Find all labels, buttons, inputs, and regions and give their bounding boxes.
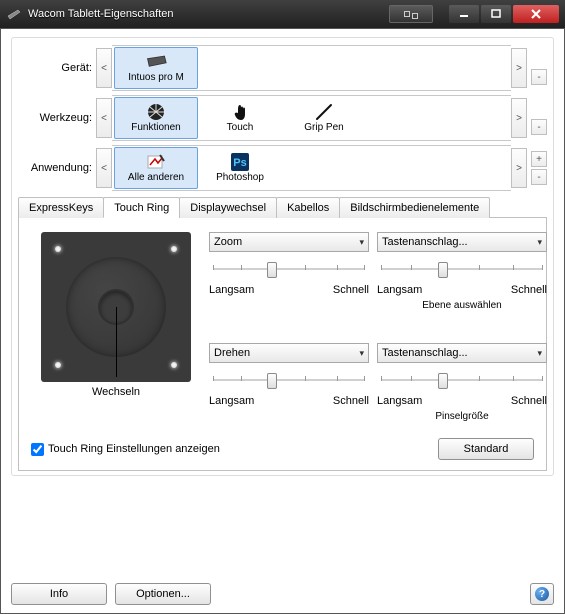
footer: Info Optionen... ? <box>11 583 554 605</box>
tool-remove-button[interactable]: - <box>531 119 547 135</box>
tool-label: Werkzeug: <box>18 112 96 124</box>
tab-expresskeys[interactable]: ExpressKeys <box>18 197 104 218</box>
touchring-bl: Drehen LangsamSchnell <box>209 343 369 407</box>
tab-bar: ExpressKeys Touch Ring Displaywechsel Ka… <box>18 196 547 218</box>
device-tile-label: Intuos pro M <box>128 72 184 83</box>
device-tile-intuos[interactable]: Intuos pro M <box>114 47 198 89</box>
app-label: Anwendung: <box>18 162 96 174</box>
app-add-button[interactable]: + <box>531 151 547 167</box>
functions-icon <box>145 103 167 121</box>
bl-slider[interactable] <box>209 373 369 397</box>
app-remove-button[interactable]: - <box>531 169 547 185</box>
tool-next[interactable]: > <box>511 98 527 138</box>
checkbox-input[interactable] <box>31 443 44 456</box>
close-button[interactable] <box>513 5 559 23</box>
br-extra: Pinselgröße <box>377 411 547 422</box>
tool-tile-label: Touch <box>227 122 254 133</box>
window-title: Wacom Tablett-Eigenschaften <box>28 8 389 20</box>
checkbox-label: Touch Ring Einstellungen anzeigen <box>48 443 220 455</box>
touchring-br: Tastenanschlag... LangsamSchnell Pinselg… <box>377 343 547 422</box>
device-next[interactable]: > <box>511 48 527 88</box>
show-touchring-checkbox[interactable]: Touch Ring Einstellungen anzeigen <box>31 443 220 456</box>
extra-window-button[interactable] <box>389 5 433 23</box>
maximize-button[interactable] <box>481 5 511 23</box>
br-select[interactable]: Tastenanschlag... <box>377 343 547 363</box>
top-panel: Gerät: < Intuos pro M > - Werkzeug: < Fu… <box>11 37 554 476</box>
tab-touchring[interactable]: Touch Ring <box>103 197 180 218</box>
ring-dot-tl-icon <box>55 246 61 252</box>
touchring-tr: Tastenanschlag... LangsamSchnell Ebene a… <box>377 232 547 311</box>
tl-slider[interactable] <box>209 262 369 286</box>
tab-kabellos[interactable]: Kabellos <box>276 197 340 218</box>
tool-tile-label: Grip Pen <box>304 122 343 133</box>
help-icon: ? <box>535 587 549 601</box>
minimize-button[interactable] <box>449 5 479 23</box>
tool-tile-label: Funktionen <box>131 122 180 133</box>
tool-row: Werkzeug: < Funktionen Touch Grip Pen <box>18 94 547 142</box>
pen-icon <box>313 103 335 121</box>
ring-dot-tr-icon <box>171 246 177 252</box>
device-remove-button[interactable]: - <box>531 69 547 85</box>
app-tile-label: Photoshop <box>216 172 264 183</box>
app-tile-photoshop[interactable]: Ps Photoshop <box>198 147 282 189</box>
br-slider[interactable] <box>377 373 547 397</box>
ring-dot-br-icon <box>171 362 177 368</box>
touch-icon <box>229 103 251 121</box>
standard-button[interactable]: Standard <box>438 438 534 460</box>
allapps-icon <box>145 153 167 171</box>
device-prev[interactable]: < <box>96 48 112 88</box>
tab-body-touchring: Zoom LangsamSchnell <box>18 218 547 471</box>
tool-strip: Funktionen Touch Grip Pen <box>112 95 511 141</box>
app-next[interactable]: > <box>511 148 527 188</box>
title-bar: Wacom Tablett-Eigenschaften <box>0 0 565 28</box>
options-button[interactable]: Optionen... <box>115 583 211 605</box>
app-tile-label: Alle anderen <box>128 172 184 183</box>
app-icon <box>6 6 22 22</box>
device-row: Gerät: < Intuos pro M > - <box>18 44 547 92</box>
bl-select[interactable]: Drehen <box>209 343 369 363</box>
tabs: ExpressKeys Touch Ring Displaywechsel Ka… <box>18 196 547 471</box>
svg-text:Ps: Ps <box>233 157 246 169</box>
touchring-tl: Zoom LangsamSchnell <box>209 232 369 296</box>
help-button[interactable]: ? <box>530 583 554 605</box>
ring-graphic <box>41 232 191 382</box>
tr-select-value: Tastenanschlag... <box>382 236 468 248</box>
app-tile-all[interactable]: Alle anderen <box>114 147 198 189</box>
tl-select-value: Zoom <box>214 236 242 248</box>
tr-extra: Ebene auswählen <box>377 300 547 311</box>
tab-bildschirmbedienelemente[interactable]: Bildschirmbedienelemente <box>339 197 490 218</box>
tab-displaywechsel[interactable]: Displaywechsel <box>179 197 277 218</box>
device-strip: Intuos pro M <box>112 45 511 91</box>
app-row: Anwendung: < Alle anderen Ps Photoshop >… <box>18 144 547 192</box>
photoshop-icon: Ps <box>229 153 251 171</box>
app-prev[interactable]: < <box>96 148 112 188</box>
tool-tile-functions[interactable]: Funktionen <box>114 97 198 139</box>
tool-tile-grippen[interactable]: Grip Pen <box>282 97 366 139</box>
touchring-visual: Wechseln <box>31 232 201 398</box>
tl-select[interactable]: Zoom <box>209 232 369 252</box>
br-select-value: Tastenanschlag... <box>382 347 468 359</box>
ring-center-label: Wechseln <box>92 386 140 398</box>
device-label: Gerät: <box>18 62 96 74</box>
tr-select[interactable]: Tastenanschlag... <box>377 232 547 252</box>
info-button[interactable]: Info <box>11 583 107 605</box>
tr-slider[interactable] <box>377 262 547 286</box>
tool-prev[interactable]: < <box>96 98 112 138</box>
app-strip: Alle anderen Ps Photoshop <box>112 145 511 191</box>
tablet-icon <box>145 53 167 71</box>
bl-select-value: Drehen <box>214 347 250 359</box>
ring-dot-bl-icon <box>55 362 61 368</box>
tool-tile-touch[interactable]: Touch <box>198 97 282 139</box>
